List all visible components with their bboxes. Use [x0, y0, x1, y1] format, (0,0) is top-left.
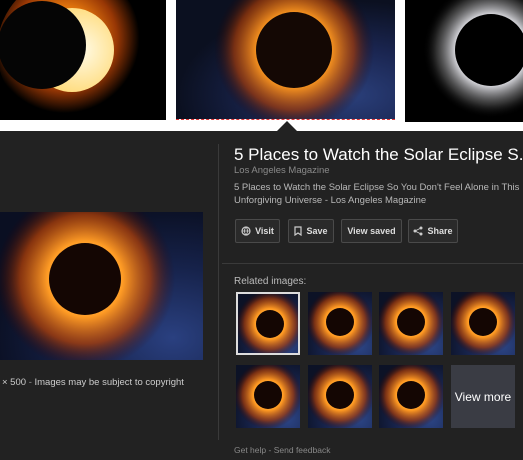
- view-more-label: View more: [454, 389, 512, 404]
- page-description[interactable]: 5 Places to Watch the Solar Eclipse So Y…: [234, 181, 523, 207]
- selection-indicator: [176, 118, 395, 120]
- page-title[interactable]: 5 Places to Watch the Solar Eclipse S...: [234, 145, 523, 165]
- related-image-thumbnail[interactable]: [451, 292, 515, 355]
- related-image-thumbnail[interactable]: [308, 365, 372, 428]
- share-label: Share: [427, 226, 453, 236]
- get-help-link[interactable]: Get help: [234, 445, 266, 455]
- visit-label: Visit: [255, 226, 274, 236]
- share-button[interactable]: Share: [408, 219, 458, 243]
- source-site[interactable]: Los Angeles Magazine: [234, 165, 330, 176]
- related-image-thumbnail[interactable]: [308, 292, 372, 355]
- panel-divider: [218, 144, 219, 440]
- save-label: Save: [306, 226, 328, 236]
- related-image-thumbnail[interactable]: [379, 365, 443, 428]
- result-thumbnail-corona[interactable]: [405, 0, 523, 122]
- result-thumbnail-selected[interactable]: [176, 0, 395, 119]
- related-image-thumbnail[interactable]: [236, 292, 300, 355]
- send-feedback-link[interactable]: Send feedback: [274, 445, 331, 455]
- preview-image[interactable]: [0, 212, 203, 360]
- related-images-label: Related images:: [234, 276, 307, 287]
- section-divider: [222, 263, 523, 264]
- panel-pointer: [277, 121, 297, 131]
- results-strip: [0, 0, 523, 131]
- bookmark-icon: [294, 226, 303, 236]
- view-more-button[interactable]: View more: [451, 365, 515, 428]
- view-saved-label: View saved: [347, 226, 396, 236]
- caption-separator: -: [28, 377, 32, 388]
- related-image-thumbnail[interactable]: [379, 292, 443, 355]
- footer-separator: -: [268, 445, 272, 455]
- image-size: × 500: [2, 377, 27, 388]
- related-image-thumbnail[interactable]: [236, 365, 300, 428]
- save-button[interactable]: Save: [288, 219, 334, 243]
- copyright-notice: Images may be subject to copyright: [34, 377, 184, 388]
- visit-button[interactable]: Visit: [235, 219, 280, 243]
- view-saved-button[interactable]: View saved: [341, 219, 402, 243]
- image-caption: × 500 - Images may be subject to copyrig…: [2, 377, 184, 388]
- globe-icon: [241, 226, 251, 236]
- share-icon: [413, 226, 423, 236]
- panel-footer: Get help - Send feedback: [234, 445, 330, 455]
- result-thumbnail-crescent[interactable]: [0, 0, 166, 120]
